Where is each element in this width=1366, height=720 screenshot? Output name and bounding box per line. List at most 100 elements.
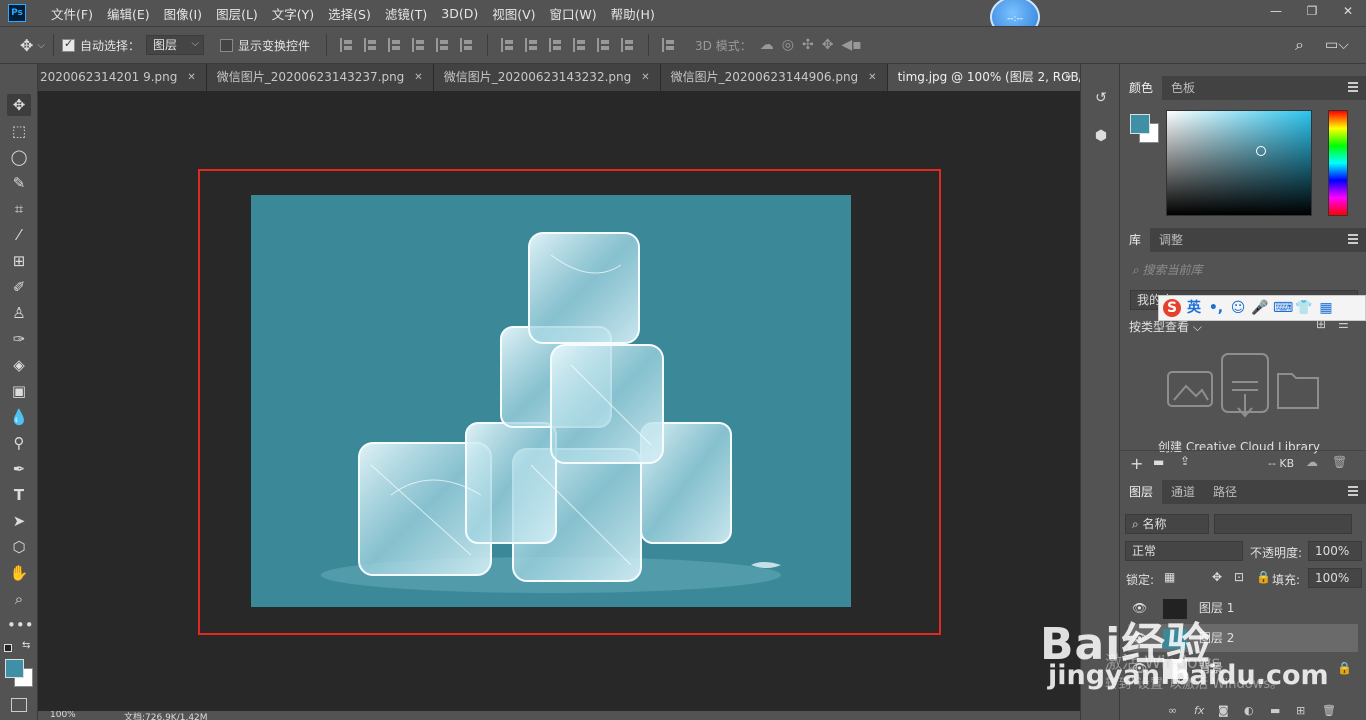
menu-type[interactable]: 文字(Y) [265,4,321,23]
lasso-tool-icon[interactable]: ◯ [7,146,31,168]
close-tab-icon[interactable]: ✕ [868,64,876,91]
auto-align-icon[interactable] [662,38,676,52]
tab-channels[interactable]: 通道 [1162,480,1204,504]
tab-document[interactable]: 微信图片_20200623144906.png ✕ [660,64,888,91]
lock-pixels-icon[interactable]: ▦ [1164,570,1175,584]
shape-tool-icon[interactable]: ⬡ [7,536,31,558]
adjustment-icon[interactable]: ◐ [1244,704,1254,717]
menu-image[interactable]: 图像(I) [157,4,209,23]
tab-paths[interactable]: 路径 [1204,480,1246,504]
hand-tool-icon[interactable]: ✋ [7,562,31,584]
menu-window[interactable]: 窗口(W) [543,4,604,23]
move-tool-icon[interactable]: ✥ [20,36,33,55]
3d-panel-icon[interactable]: ⬢ [1091,126,1111,146]
menu-select[interactable]: 选择(S) [321,4,378,23]
tab-swatches[interactable]: 色板 [1162,76,1204,100]
type-tool-icon[interactable]: T [7,484,31,506]
mask-icon[interactable]: ◙ [1218,704,1229,717]
tab-libraries[interactable]: 库 [1120,228,1151,252]
menu-3d[interactable]: 3D(D) [434,6,485,21]
lock-position-icon[interactable]: ✥ [1212,570,1222,584]
ime-language-toggle[interactable]: 英 [1185,299,1203,317]
punctuation-icon[interactable]: •, [1207,299,1225,317]
auto-select-target-select[interactable]: 图层 [146,35,205,55]
tab-adjustments[interactable]: 调整 [1150,228,1192,252]
close-tab-icon[interactable]: ✕ [414,64,422,91]
eye-icon[interactable]: 👁 [1132,601,1147,615]
auto-select-checkbox[interactable] [62,37,75,52]
dodge-tool-icon[interactable]: ⚲ [7,432,31,454]
search-icon[interactable]: ⌕ [1295,35,1304,55]
workspace-icon[interactable]: ▭⌵ [1325,37,1349,53]
3d-orbit-icon[interactable]: ☁ [760,37,774,53]
eyedropper-tool-icon[interactable]: ⁄ [7,224,31,246]
zoom-level[interactable]: 100% [50,711,76,720]
more-tools-icon[interactable]: ••• [7,614,34,636]
folder-icon[interactable]: ▬ [1153,455,1164,469]
default-colors-icon[interactable] [4,644,12,652]
distribute-bottom-icon[interactable] [549,38,563,52]
foreground-color-swatch[interactable] [1130,114,1150,134]
align-left-icon[interactable] [412,38,426,52]
trash-icon[interactable]: 🗑 [1332,455,1347,469]
align-top-icon[interactable] [340,38,354,52]
distribute-right-icon[interactable] [621,38,635,52]
layer-filter-select[interactable]: ⌕ 名称 [1125,514,1209,534]
pen-tool-icon[interactable]: ✒ [7,458,31,480]
toolbox-icon[interactable]: ▦ [1317,299,1335,317]
zoom-tool-icon[interactable]: ⌕ [7,588,31,610]
menu-help[interactable]: 帮助(H) [604,4,662,23]
skin-icon[interactable]: 👕 [1295,299,1313,317]
close-tab-icon[interactable]: ✕ [641,64,649,91]
keyboard-icon[interactable]: ⌨ [1273,299,1293,317]
library-search-input[interactable]: ⌕ 搜索当前库 [1126,261,1358,281]
tab-document[interactable]: 2020062314201 9.png ✕ [38,64,207,91]
eye-icon[interactable]: 👁 [1132,631,1147,645]
tab-layers[interactable]: 图层 [1120,480,1163,504]
panel-menu-icon[interactable] [1348,486,1358,496]
color-picker-ring[interactable] [1256,146,1266,156]
color-field[interactable] [1166,110,1312,216]
marquee-tool-icon[interactable]: ⬚ [7,120,31,142]
sogou-logo-icon[interactable]: S [1163,299,1181,317]
layer-row[interactable]: 👁 图层 1 [1128,594,1358,622]
delete-layer-icon[interactable]: 🗑 [1322,704,1336,717]
3d-scale-icon[interactable]: ◀▪ [841,37,861,53]
menu-layer[interactable]: 图层(L) [209,4,265,23]
stamp-tool-icon[interactable]: ♙ [7,302,31,324]
cloud-sync-icon[interactable]: ☁ [1306,455,1318,469]
close-tab-icon[interactable]: ✕ [187,64,195,91]
group-icon[interactable]: ▬ [1270,704,1280,717]
healing-brush-tool-icon[interactable]: ⊞ [7,250,31,272]
menu-view[interactable]: 视图(V) [485,4,542,23]
3d-pan-icon[interactable]: ✣ [802,37,814,53]
crop-tool-icon[interactable]: ⌗ [7,198,31,220]
upload-icon[interactable]: ⇪ [1180,454,1190,468]
new-layer-icon[interactable]: ⊞ [1296,704,1305,717]
tab-color[interactable]: 颜色 [1120,76,1163,100]
move-tool-icon[interactable]: ✥ [7,94,31,116]
3d-slide-icon[interactable]: ✥ [822,37,834,53]
foreground-color-swatch[interactable] [5,659,24,678]
lock-artboard-icon[interactable]: ⊡ [1234,570,1244,584]
show-transform-checkbox[interactable] [220,38,234,52]
emoji-icon[interactable]: ☺ [1229,299,1247,317]
align-vcenter-icon[interactable] [364,38,378,52]
microphone-icon[interactable]: 🎤 [1251,299,1269,317]
distribute-hcenter-icon[interactable] [597,38,611,52]
restore-icon[interactable]: ❐ [1294,0,1330,26]
gradient-tool-icon[interactable]: ▣ [7,380,31,402]
opacity-input[interactable]: 100% [1308,541,1362,561]
menu-file[interactable]: 文件(F) [44,4,100,23]
minimize-icon[interactable]: — [1258,0,1294,26]
blend-mode-select[interactable]: 正常 [1125,541,1243,561]
layer-name[interactable]: 图层 2 [1199,631,1234,645]
layer-filter-input[interactable] [1214,514,1352,534]
align-right-icon[interactable] [460,38,474,52]
hue-slider[interactable] [1328,110,1348,216]
distribute-left-icon[interactable] [573,38,587,52]
eraser-tool-icon[interactable]: ◈ [7,354,31,376]
tool-preset-dropdown-icon[interactable]: ⌵ [37,40,45,51]
tab-document[interactable]: 微信图片_20200623143232.png ✕ [433,64,661,91]
swap-colors-icon[interactable]: ⇆ [22,640,30,651]
